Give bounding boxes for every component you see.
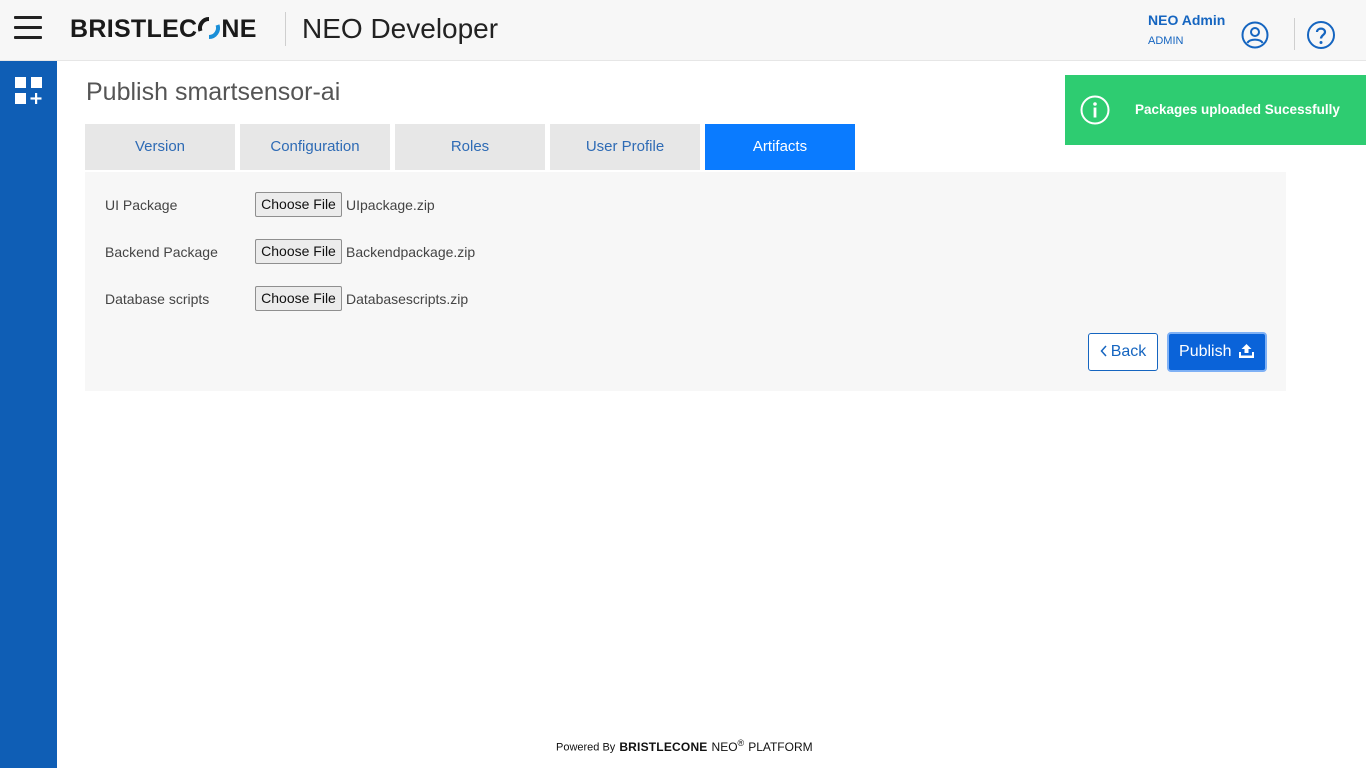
tab-version[interactable]: Version <box>85 124 235 170</box>
database-scripts-label: Database scripts <box>105 291 210 307</box>
tab-roles[interactable]: Roles <box>395 124 545 170</box>
backend-package-label: Backend Package <box>105 244 218 260</box>
database-scripts-file-name: Databasescripts.zip <box>346 291 469 307</box>
user-role: ADMIN <box>1148 35 1184 47</box>
apps-add-icon[interactable] <box>14 76 44 106</box>
top-header: BRISTLEC NE NEO Developer NEO Admin ADMIN <box>0 0 1366 61</box>
backend-package-choose-file-button[interactable]: Choose File <box>255 239 342 264</box>
page-title: Publish smartsensor-ai <box>86 78 341 106</box>
header-divider-right <box>1294 18 1295 50</box>
app-title: NEO Developer <box>302 13 499 44</box>
upload-icon <box>1238 344 1254 358</box>
user-name: NEO Admin <box>1148 12 1226 28</box>
ui-package-choose-file-button[interactable]: Choose File <box>255 192 342 217</box>
help-circle-icon[interactable] <box>1306 20 1336 50</box>
footer-brand: BRISTLECONE <box>619 739 708 754</box>
ui-package-label: UI Package <box>105 197 178 213</box>
header-divider <box>285 12 286 46</box>
publish-button-label: Publish <box>1179 343 1232 360</box>
footer-platform: PLATFORM <box>748 739 813 754</box>
info-icon <box>1080 95 1110 125</box>
hamburger-menu-icon[interactable] <box>14 16 42 39</box>
ui-package-file-name: UIpackage.zip <box>346 197 435 213</box>
tab-user-profile[interactable]: User Profile <box>550 124 700 170</box>
footer-neo: NEO <box>711 739 738 754</box>
tab-configuration[interactable]: Configuration <box>240 124 390 170</box>
bristlecone-logo: BRISTLEC NE <box>70 15 257 43</box>
publish-button[interactable]: Publish <box>1167 332 1267 372</box>
left-sidebar <box>0 61 57 768</box>
footer-registered-mark: ® <box>737 738 745 748</box>
footer: Powered By BRISTLECONE NEO® PLATFORM <box>556 738 813 754</box>
footer-powered-by: Powered By <box>556 741 616 754</box>
tab-artifacts[interactable]: Artifacts <box>705 124 855 170</box>
chevron-left-icon <box>1100 345 1107 357</box>
artifacts-panel: UI Package Choose File UIpackage.zip Bac… <box>85 172 1286 391</box>
user-circle-icon[interactable] <box>1241 21 1269 49</box>
toast-message: Packages uploaded Sucessfully <box>1135 102 1340 117</box>
back-button-label: Back <box>1110 343 1147 360</box>
database-scripts-choose-file-button[interactable]: Choose File <box>255 286 342 311</box>
backend-package-file-name: Backendpackage.zip <box>346 244 476 260</box>
bristlecone-o-mark-icon <box>198 17 221 39</box>
back-button[interactable]: Back <box>1088 333 1158 371</box>
success-toast: Packages uploaded Sucessfully <box>1065 75 1366 145</box>
